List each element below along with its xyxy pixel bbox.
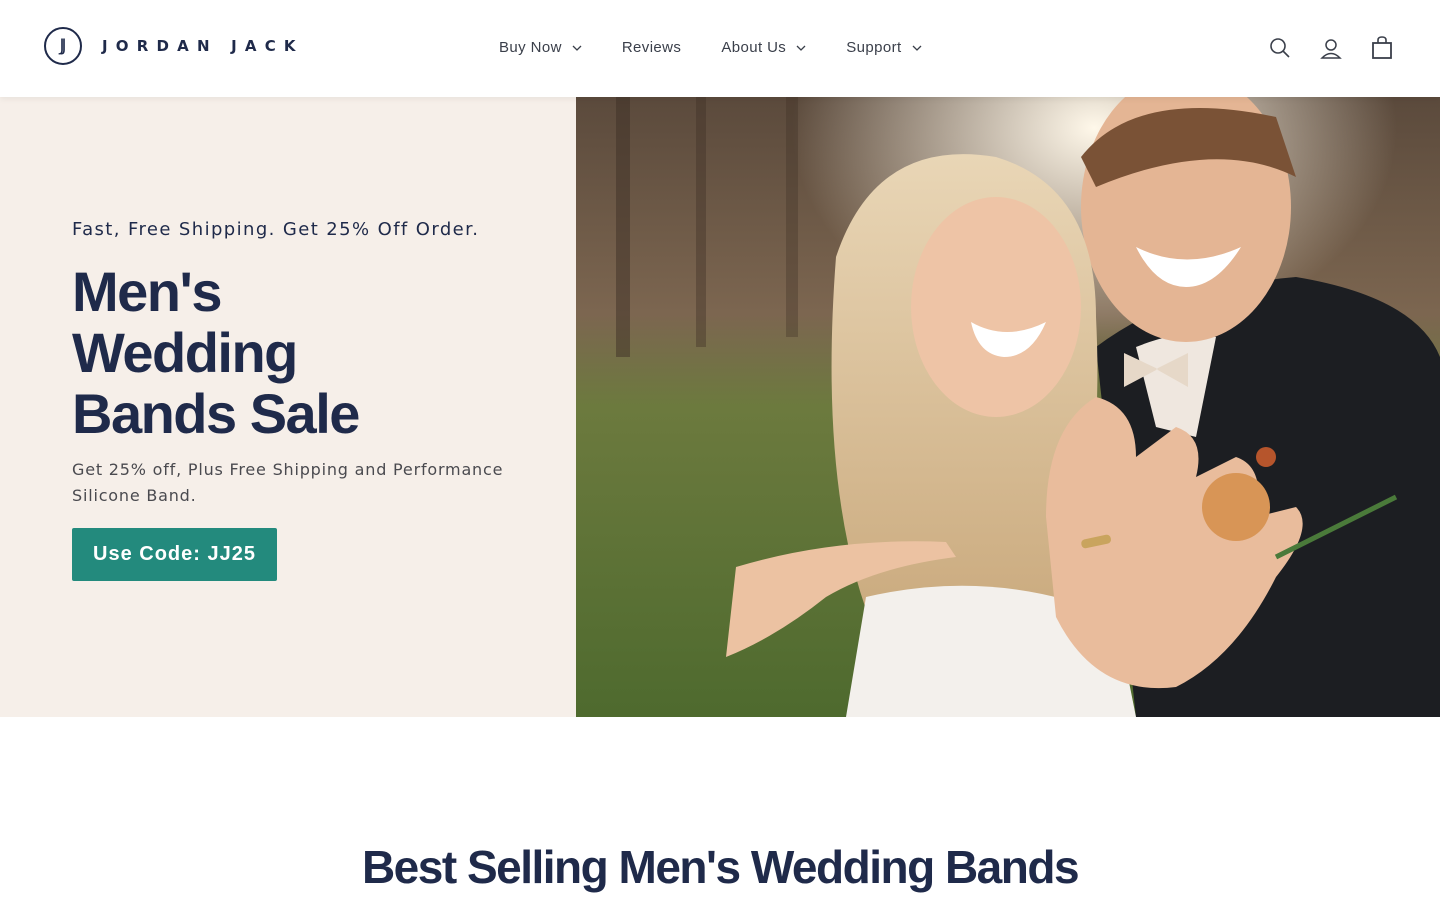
nav-item-label: About Us [721,39,787,56]
account-icon[interactable] [1319,36,1343,60]
nav-item-support[interactable]: Support [846,39,922,56]
logo-text: JORDAN JACK [102,37,304,55]
hero-title-line: Wedding [72,321,298,384]
hero-eyebrow: Fast, Free Shipping. Get 25% Off Order. [72,219,480,240]
logo-mark: JJ [44,27,82,65]
hero-image [576,97,1440,717]
hero-title-line: Bands Sale [72,382,360,445]
nav-item-reviews[interactable]: Reviews [622,39,681,56]
chevron-down-icon [796,45,806,51]
use-code-button[interactable]: Use Code: JJ25 [72,528,277,581]
chevron-down-icon [912,45,922,51]
nav-item-label: Support [846,39,902,56]
nav-item-label: Buy Now [499,39,562,56]
nav-item-label: Reviews [621,39,682,56]
hero-title-line: Men's [72,260,222,323]
search-icon[interactable] [1268,36,1292,60]
hero-text-panel: Fast, Free Shipping. Get 25% Off Order. … [0,97,576,717]
site-header: JJ JORDAN JACK Buy Now Reviews About Us … [0,0,1440,97]
main-nav: Buy Now Reviews About Us Support [499,39,962,56]
nav-item-about-us[interactable]: About Us [721,39,806,56]
hero-title: Men's Wedding Bands Sale [72,261,512,444]
hero-subtitle: Get 25% off, Plus Free Shipping and Perf… [72,460,504,505]
section-title: Best Selling Men's Wedding Bands [361,841,1080,893]
cart-icon[interactable] [1370,36,1394,60]
header-icons [1241,36,1394,60]
hero-banner: Fast, Free Shipping. Get 25% Off Order. … [0,97,1440,717]
chevron-down-icon [572,45,582,51]
nav-item-buy-now[interactable]: Buy Now [499,39,582,56]
logo[interactable]: JJ JORDAN JACK [44,27,304,65]
couple-photo [576,97,1440,717]
